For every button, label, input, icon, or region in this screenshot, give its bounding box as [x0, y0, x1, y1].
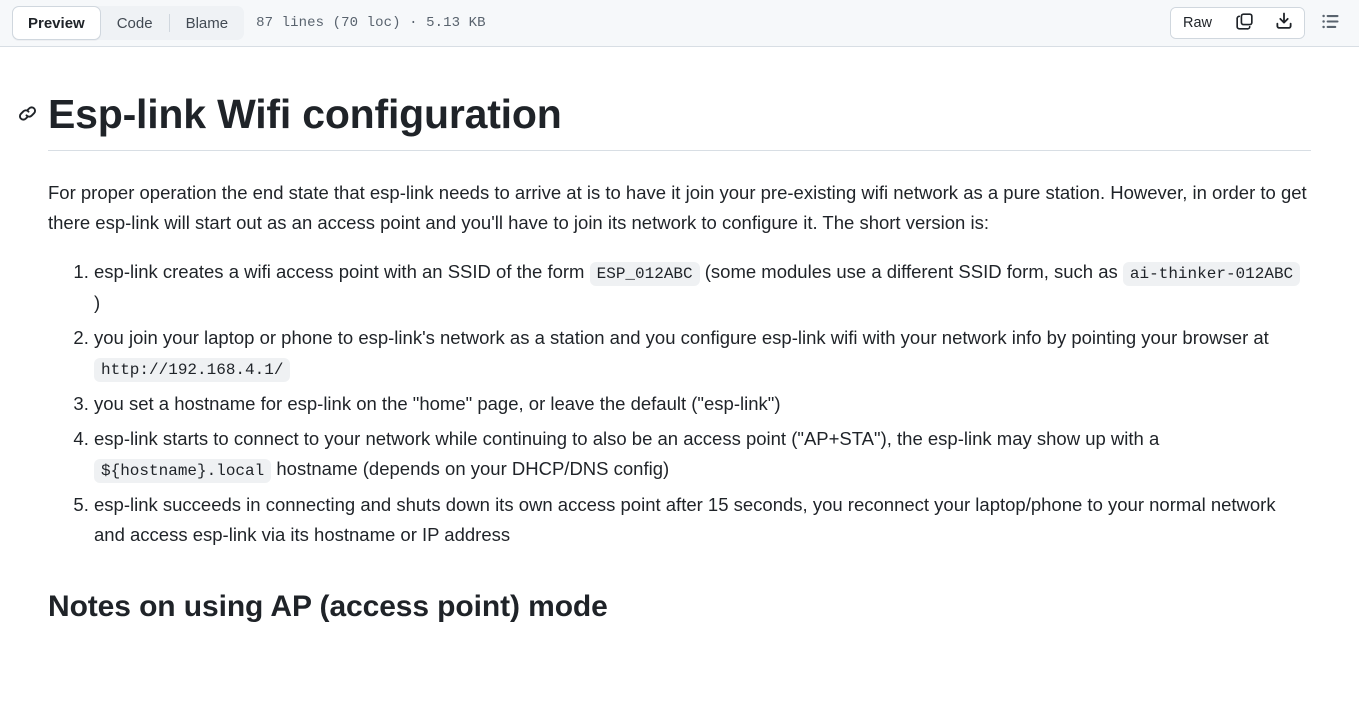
file-meta-text: 87 lines (70 loc) · 5.13 KB: [256, 15, 486, 31]
list-item: you set a hostname for esp-link on the "…: [94, 389, 1311, 419]
list-item-text: you join your laptop or phone to esp-lin…: [94, 327, 1269, 349]
tab-preview[interactable]: Preview: [12, 6, 101, 40]
steps-ordered-list: esp-link creates a wifi access point wit…: [48, 257, 1311, 550]
list-item: esp-link creates a wifi access point wit…: [94, 257, 1311, 318]
list-item-text: esp-link starts to connect to your netwo…: [94, 428, 1160, 450]
page-title-text: Esp-link Wifi configuration: [48, 91, 562, 137]
outline-list-icon: [1321, 12, 1340, 34]
inline-code: http://192.168.4.1/: [94, 358, 291, 383]
list-item: you join your laptop or phone to esp-lin…: [94, 323, 1311, 384]
list-item-text: esp-link succeeds in connecting and shut…: [94, 494, 1276, 546]
list-item-text: esp-link creates a wifi access point wit…: [94, 261, 590, 283]
tab-blame[interactable]: Blame: [170, 6, 245, 40]
markdown-preview: Esp-link Wifi configuration For proper o…: [0, 47, 1359, 626]
file-toolbar-right: Raw: [1169, 7, 1345, 39]
page-title: Esp-link Wifi configuration: [18, 47, 1311, 151]
file-toolbar-left: Preview Code Blame 87 lines (70 loc) · 5…: [12, 6, 1170, 40]
copy-raw-content-button[interactable]: [1224, 8, 1264, 38]
tab-code[interactable]: Code: [101, 6, 169, 40]
list-item-text: (some modules use a different SSID form,…: [699, 261, 1123, 283]
symbols-outline-button[interactable]: [1315, 8, 1345, 38]
inline-code: ESP_012ABC: [589, 262, 700, 287]
view-mode-segmented-control[interactable]: Preview Code Blame: [12, 6, 245, 40]
list-item-text: you set a hostname for esp-link on the "…: [94, 393, 781, 415]
list-item: esp-link starts to connect to your netwo…: [94, 424, 1311, 485]
download-raw-file-button[interactable]: [1264, 8, 1304, 38]
download-icon: [1275, 12, 1293, 34]
inline-code: ${hostname}.local: [94, 459, 272, 484]
section-heading-ap-mode: Notes on using AP (access point) mode: [48, 590, 608, 624]
list-item-text: hostname (depends on your DHCP/DNS confi…: [271, 458, 670, 480]
file-toolbar: Preview Code Blame 87 lines (70 loc) · 5…: [0, 0, 1359, 47]
list-item: esp-link succeeds in connecting and shut…: [94, 490, 1311, 550]
inline-code: ai-thinker-012ABC: [1122, 262, 1301, 287]
link-anchor-icon[interactable]: [16, 102, 38, 124]
markdown-body: Esp-link Wifi configuration For proper o…: [18, 47, 1329, 626]
copy-icon: [1235, 13, 1253, 34]
raw-button[interactable]: Raw: [1170, 8, 1224, 38]
list-item-text: ): [94, 292, 101, 314]
file-actions-group: Raw: [1169, 7, 1305, 39]
intro-paragraph: For proper operation the end state that …: [48, 181, 1307, 233]
